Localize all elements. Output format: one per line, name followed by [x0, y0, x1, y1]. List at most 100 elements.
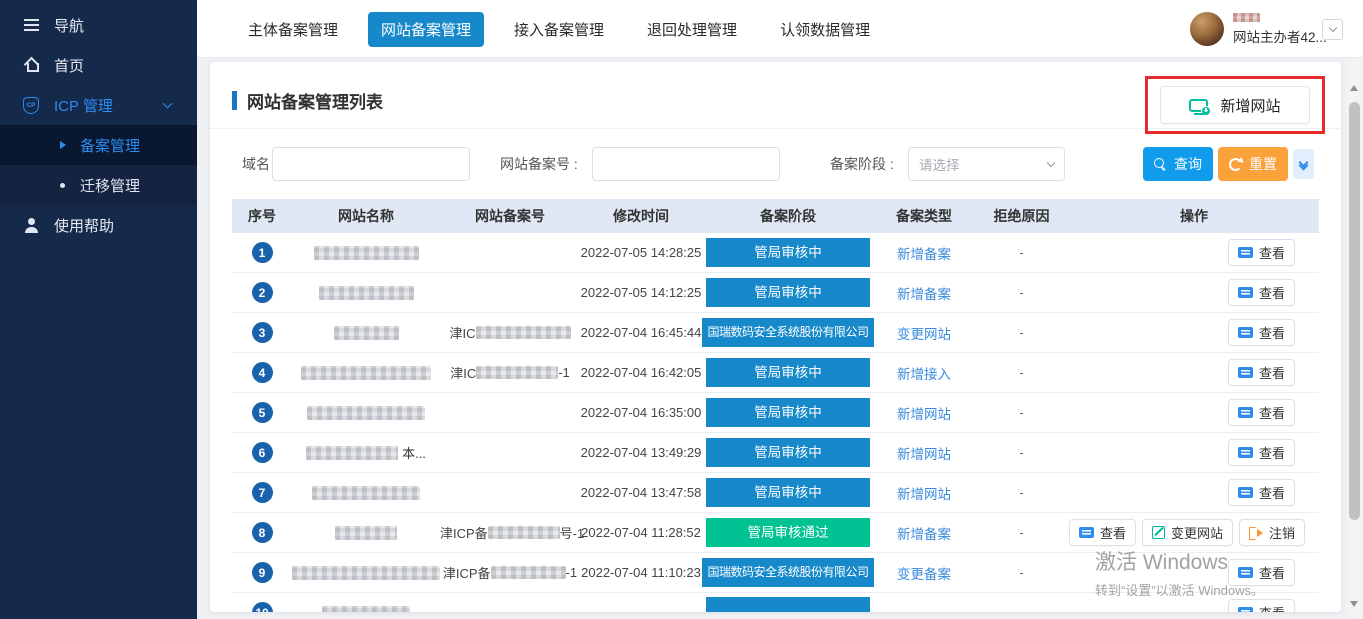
row-number-cell: 4 [232, 362, 292, 383]
row-number-cell: 5 [232, 402, 292, 423]
view-button[interactable]: 查看 [1228, 239, 1295, 266]
divider [210, 128, 1341, 129]
stage-cell: 管局审核中 [702, 438, 874, 467]
reject-reason-cell: - [974, 405, 1069, 420]
actions-cell: 查看 [1069, 599, 1319, 612]
app-window: 导航 首页 CP ICP 管理 备案管理 迁移管理 使用帮助 [0, 0, 1363, 619]
tab-subject-filing[interactable]: 主体备案管理 [235, 12, 351, 47]
view-button[interactable]: 查看 [1228, 439, 1295, 466]
website-name-cell [292, 406, 440, 420]
stage-cell: 管局审核中 [702, 278, 874, 307]
stage-badge: 管局审核中 [706, 238, 870, 267]
deregister-button[interactable]: 注销 [1239, 519, 1305, 546]
table-row: 8津ICP备号-12022-07-04 11:28:52管局审核通过新增备案-查… [232, 513, 1319, 553]
row-number-cell: 3 [232, 322, 292, 343]
stage-select[interactable]: 请选择 [908, 147, 1065, 181]
sidebar-item-label: 导航 [54, 15, 84, 36]
change-website-button[interactable]: 变更网站 [1142, 519, 1233, 546]
tab-claim-data[interactable]: 认领数据管理 [767, 12, 883, 47]
top-header: 主体备案管理 网站备案管理 接入备案管理 退回处理管理 认领数据管理 网站主办者… [197, 0, 1363, 58]
detail-list-icon [1079, 527, 1094, 538]
tab-access-filing[interactable]: 接入备案管理 [501, 12, 617, 47]
filing-type-cell: 新增接入 [874, 363, 974, 383]
view-button[interactable]: 查看 [1228, 399, 1295, 426]
stage-badge: 国瑞数码安全系统股份有限公司 [702, 318, 874, 347]
detail-list-icon [1238, 367, 1253, 378]
user-dropdown-button[interactable] [1322, 19, 1343, 40]
sidebar-item-label: 首页 [54, 55, 84, 76]
shield-icon: CP [22, 97, 40, 114]
view-button[interactable]: 查看 [1069, 519, 1136, 546]
scroll-up-arrow-icon[interactable] [1350, 85, 1358, 91]
user-menu[interactable]: 网站主办者42... [1190, 12, 1327, 46]
search-icon [1154, 158, 1167, 171]
actions-cell: 查看 [1069, 399, 1319, 426]
reject-reason-cell: - [974, 245, 1069, 260]
chevron-down-icon [163, 98, 173, 108]
sidebar-item-home[interactable]: 首页 [0, 45, 197, 85]
user-avatar[interactable] [1190, 12, 1224, 46]
sidebar-item-help[interactable]: 使用帮助 [0, 205, 197, 245]
home-icon [22, 58, 40, 72]
sidebar-item-migration-management[interactable]: 迁移管理 [0, 165, 197, 205]
license-number-cell: 津IC [440, 323, 580, 342]
stage-label: 备案阶段 : [830, 147, 894, 181]
website-name-cell [292, 526, 440, 540]
redacted-website-name [319, 286, 414, 300]
column-header: 操作 [1069, 206, 1319, 226]
column-header: 修改时间 [580, 206, 702, 226]
redacted-license-number [476, 326, 571, 339]
row-number-badge: 4 [252, 362, 273, 383]
redacted-website-name [306, 446, 398, 460]
stage-cell: 国瑞数码安全系统股份有限公司 [702, 318, 874, 347]
triangle-marker-icon [60, 141, 66, 149]
user-name-redacted [1233, 13, 1260, 22]
website-name-cell [292, 286, 440, 300]
stage-badge: 管局审核通过 [706, 518, 870, 547]
license-input[interactable] [592, 147, 780, 181]
add-website-button[interactable]: 新增网站 [1160, 86, 1310, 124]
modified-time-cell: 2022-07-04 13:49:29 [580, 445, 702, 460]
redacted-license-number [491, 566, 566, 579]
view-button[interactable]: 查看 [1228, 559, 1295, 586]
website-name-cell [292, 486, 440, 500]
expand-filters-button[interactable] [1293, 149, 1314, 179]
search-button[interactable]: 查询 [1143, 147, 1213, 181]
view-button[interactable]: 查看 [1228, 319, 1295, 346]
tab-return-processing[interactable]: 退回处理管理 [634, 12, 750, 47]
sidebar-item-icp-management[interactable]: CP ICP 管理 [0, 85, 197, 125]
scroll-down-arrow-icon[interactable] [1350, 601, 1358, 607]
redacted-website-name [314, 246, 419, 260]
sidebar-item-filing-management[interactable]: 备案管理 [0, 125, 197, 165]
reset-button[interactable]: 重置 [1218, 147, 1288, 181]
actions-cell: 查看 [1069, 559, 1319, 586]
reject-reason-cell: - [974, 325, 1069, 340]
table-row: 72022-07-04 13:47:58管局审核中新增网站-查看 [232, 473, 1319, 513]
view-button[interactable]: 查看 [1228, 359, 1295, 386]
domain-input[interactable] [272, 147, 470, 181]
view-button[interactable]: 查看 [1228, 279, 1295, 306]
reject-reason-cell: - [974, 565, 1069, 580]
stage-cell [702, 597, 874, 613]
table-row: 9津ICP备-12022-07-04 11:10:23国瑞数码安全系统股份有限公… [232, 553, 1319, 593]
row-number-badge: 7 [252, 482, 273, 503]
view-button[interactable]: 查看 [1228, 599, 1295, 612]
filing-type-cell: 新增网站 [874, 483, 974, 503]
table-row: 12022-07-05 14:28:25管局审核中新增备案-查看 [232, 233, 1319, 273]
modified-time-cell: 2022-07-04 11:10:23 [580, 565, 702, 580]
chevron-down-icon [1328, 24, 1336, 32]
page-scrollbar[interactable] [1346, 58, 1363, 619]
view-button[interactable]: 查看 [1228, 479, 1295, 506]
sidebar-item-nav-toggle[interactable]: 导航 [0, 5, 197, 45]
actions-cell: 查看 [1069, 359, 1319, 386]
page-title: 网站备案管理列表 [247, 88, 383, 113]
detail-list-icon [1238, 247, 1253, 258]
stage-badge: 管局审核中 [706, 278, 870, 307]
reset-icon [1229, 158, 1242, 171]
tab-website-filing[interactable]: 网站备案管理 [368, 12, 484, 47]
column-header: 备案阶段 [702, 206, 874, 226]
filter-bar: 域名 : 网站备案号 : 备案阶段 : 请选择 查询 重置 [210, 147, 1341, 181]
row-number-cell: 2 [232, 282, 292, 303]
scrollbar-thumb[interactable] [1349, 102, 1360, 520]
license-number-cell: 津ICP备-1 [440, 563, 580, 582]
